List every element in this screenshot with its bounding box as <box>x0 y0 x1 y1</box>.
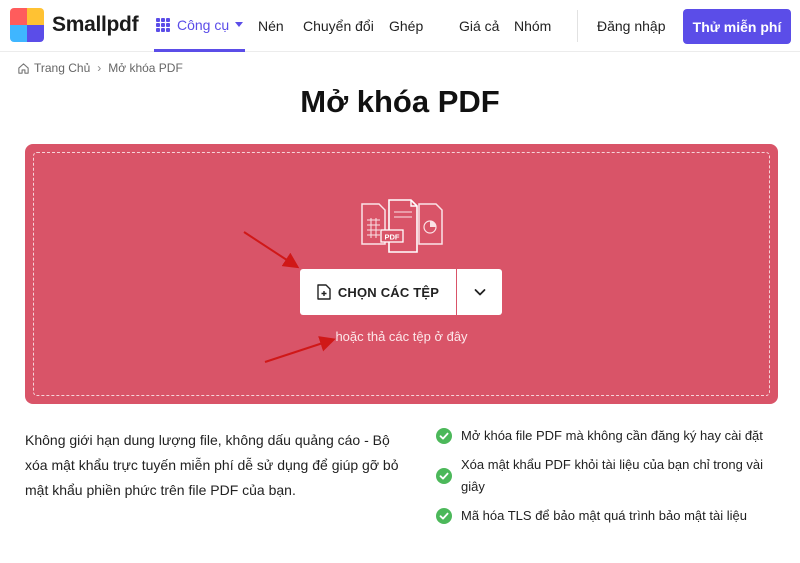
page-title: Mở khóa PDF <box>300 84 500 119</box>
nav-divider <box>577 10 578 42</box>
home-icon <box>18 62 29 74</box>
free-trial-button[interactable]: Thử miễn phí <box>683 9 791 44</box>
feature-item: Xóa mật khẩu PDF khỏi tài liệu của bạn c… <box>436 454 776 498</box>
brand-name: Smallpdf <box>52 13 139 36</box>
chevron-down-icon <box>474 289 485 296</box>
feature-list: Mở khóa file PDF mà không cần đăng ký ha… <box>436 425 776 534</box>
check-circle-icon <box>436 428 452 444</box>
login-link[interactable]: Đăng nhập <box>597 18 666 34</box>
documents-illustration-icon: PDF <box>361 199 443 253</box>
feature-item: Mã hóa TLS để bảo mật quá trình bảo mật … <box>436 505 776 527</box>
logo-icon <box>10 8 44 42</box>
nav-link-convert[interactable]: Chuyển đổi <box>303 18 374 34</box>
brand-logo[interactable]: Smallpdf <box>10 8 139 42</box>
breadcrumb-home[interactable]: Trang Chủ <box>34 61 90 75</box>
breadcrumb-separator: › <box>97 61 102 75</box>
feature-text: Mở khóa file PDF mà không cần đăng ký ha… <box>461 428 763 443</box>
pdf-badge-label: PDF <box>385 233 400 242</box>
nav-link-compress[interactable]: Nén <box>258 18 284 34</box>
grid-icon <box>156 17 170 32</box>
tools-menu[interactable]: Công cụ <box>154 0 246 52</box>
nav-link-merge[interactable]: Ghép <box>389 18 423 34</box>
caret-down-icon <box>235 22 244 27</box>
choose-files-button[interactable]: CHỌN CÁC TỆP <box>300 269 456 315</box>
feature-text: Xóa mật khẩu PDF khỏi tài liệu của bạn c… <box>461 457 764 494</box>
breadcrumb-current: Mở khóa PDF <box>108 61 183 75</box>
tool-description: Không giới hạn dung lượng file, không dấ… <box>25 432 399 498</box>
upload-source-dropdown-button[interactable] <box>457 269 502 315</box>
tools-menu-label: Công cụ <box>177 16 230 33</box>
check-circle-icon <box>436 508 452 524</box>
breadcrumb: Trang Chủ › Mở khóa PDF <box>17 61 183 75</box>
choose-files-label: CHỌN CÁC TỆP <box>337 284 440 300</box>
drop-hint-text: hoặc thả các tệp ở đây <box>335 329 468 344</box>
file-dropzone[interactable]: PDF CHỌN CÁC TỆP hoặc thả các tệp ở đây <box>25 144 778 404</box>
feature-text: Mã hóa TLS để bảo mật quá trình bảo mật … <box>461 508 747 523</box>
check-circle-icon <box>436 468 452 484</box>
nav-link-teams[interactable]: Nhóm <box>514 18 551 34</box>
nav-link-pricing[interactable]: Giá cả <box>459 18 499 34</box>
top-navbar: Smallpdf Công cụ Nén Chuyển đổi Ghép Giá… <box>0 0 800 52</box>
feature-item: Mở khóa file PDF mà không cần đăng ký ha… <box>436 425 776 447</box>
file-add-icon <box>317 284 331 300</box>
